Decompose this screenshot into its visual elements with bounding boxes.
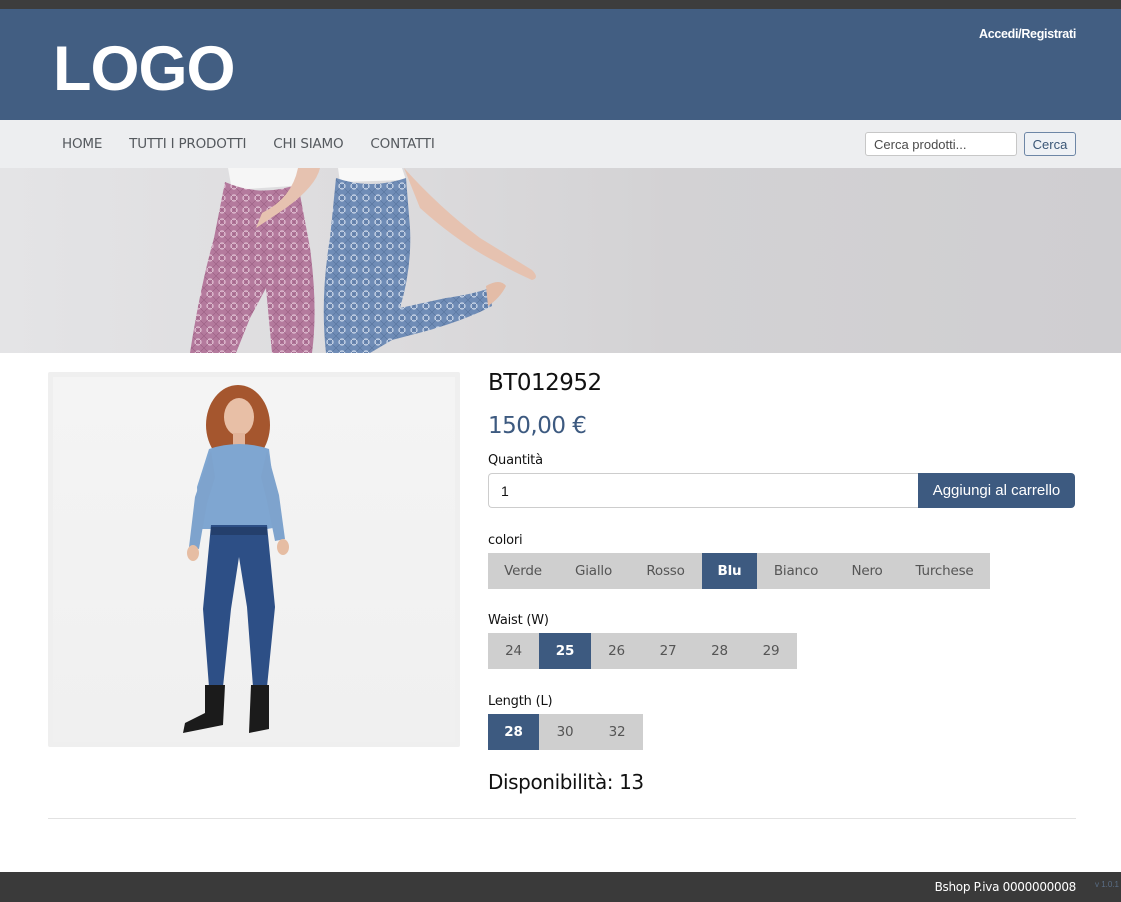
waist-option-28[interactable]: 28 <box>694 633 745 669</box>
quantity-input[interactable] <box>488 473 920 508</box>
waist-option-29[interactable]: 29 <box>745 633 797 669</box>
product-price: 150,00 € <box>488 413 587 439</box>
site-header: LOGO Accedi/Registrati <box>0 9 1121 120</box>
color-option-nero[interactable]: Nero <box>835 553 899 589</box>
waist-options: 24 25 26 27 28 29 <box>488 633 797 669</box>
nav-item-home[interactable]: HOME <box>62 136 102 152</box>
site-footer: Bshop P.iva 0000000008 v 1.0.1 <box>0 872 1121 902</box>
length-options: 28 30 32 <box>488 714 643 750</box>
color-option-giallo[interactable]: Giallo <box>558 553 629 589</box>
product-sku: BT012952 <box>488 370 602 396</box>
length-option-32[interactable]: 32 <box>591 714 643 750</box>
logo[interactable]: LOGO <box>53 34 235 104</box>
search-button[interactable]: Cerca <box>1024 132 1076 156</box>
nav-menu: HOME TUTTI I PRODOTTI CHI SIAMO CONTATTI <box>62 120 462 168</box>
nav-item-all-products[interactable]: TUTTI I PRODOTTI <box>129 136 246 152</box>
product-photo[interactable] <box>53 377 455 742</box>
waist-option-27[interactable]: 27 <box>642 633 694 669</box>
color-option-turchese[interactable]: Turchese <box>899 553 990 589</box>
availability-text: Disponibilità: 13 <box>488 770 644 794</box>
banner-illustration <box>190 168 536 353</box>
length-label: Length (L) <box>488 694 553 709</box>
colors-label: colori <box>488 533 523 548</box>
length-option-28[interactable]: 28 <box>488 714 539 750</box>
nav-item-contacts[interactable]: CONTATTI <box>370 136 434 152</box>
waist-label: Waist (W) <box>488 613 549 628</box>
color-option-blu[interactable]: Blu <box>702 553 757 589</box>
divider <box>48 818 1076 819</box>
footer-company-text: Bshop P.iva 0000000008 <box>934 880 1077 894</box>
quantity-label: Quantità <box>488 453 543 468</box>
product-image-frame <box>48 372 460 747</box>
nav-item-about[interactable]: CHI SIAMO <box>273 136 343 152</box>
model-illustration <box>183 385 289 733</box>
color-options: Verde Giallo Rosso Blu Bianco Nero Turch… <box>488 553 990 589</box>
waist-option-24[interactable]: 24 <box>488 633 539 669</box>
color-option-bianco[interactable]: Bianco <box>757 553 835 589</box>
length-option-30[interactable]: 30 <box>539 714 591 750</box>
version-label: v 1.0.1 <box>1094 880 1119 889</box>
color-option-verde[interactable]: Verde <box>488 553 558 589</box>
search-input[interactable] <box>865 132 1017 156</box>
login-register-link[interactable]: Accedi/Registrati <box>979 27 1076 41</box>
add-to-cart-button[interactable]: Aggiungi al carrello <box>918 473 1075 508</box>
color-option-rosso[interactable]: Rosso <box>629 553 702 589</box>
top-strip <box>0 0 1121 9</box>
waist-option-25[interactable]: 25 <box>539 633 591 669</box>
hero-banner-image <box>0 168 1121 353</box>
waist-option-26[interactable]: 26 <box>591 633 642 669</box>
